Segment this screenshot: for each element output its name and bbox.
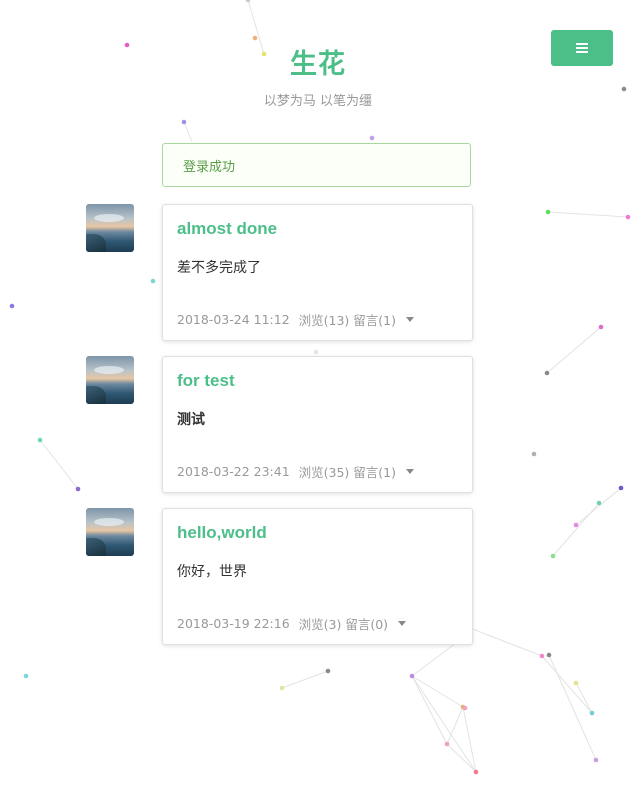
particle-dot — [181, 119, 187, 125]
site-subtitle: 以梦为马 以笔为缰 — [263, 94, 373, 109]
particle-dot — [531, 451, 537, 457]
menu-button[interactable] — [551, 30, 613, 66]
particle-dot — [369, 135, 375, 141]
particle-dot — [546, 652, 552, 658]
particle-dot — [550, 553, 556, 559]
post-title[interactable]: hello,world — [177, 523, 267, 543]
particle-dot — [150, 278, 156, 284]
particle-dot — [75, 486, 81, 492]
particle-dot — [544, 370, 550, 376]
particle-dot — [625, 214, 631, 220]
particle-dot — [252, 35, 258, 41]
particle-link — [183, 121, 193, 143]
post-title[interactable]: almost done — [177, 219, 277, 239]
particle-link — [552, 502, 600, 557]
particle-link — [281, 670, 329, 689]
post-excerpt: 测试 — [177, 412, 205, 428]
author-avatar[interactable] — [86, 356, 134, 404]
particle-dot — [539, 653, 545, 659]
particle-dot — [279, 685, 285, 691]
caret-down-icon[interactable] — [405, 469, 414, 474]
particle-dot — [9, 303, 15, 309]
post-date: 2018-03-22 23:41 — [177, 464, 290, 479]
particle-dot — [618, 485, 624, 491]
post-card: hello,world 你好，世界 2018-03-19 22:16 浏览(3)… — [162, 508, 473, 645]
particle-dot — [409, 673, 415, 679]
site-title: 生花 — [290, 49, 346, 80]
particle-dot — [444, 741, 450, 747]
post-stats: 浏览(3) 留言(0) — [298, 617, 389, 632]
particle-dot — [325, 668, 331, 674]
particle-link — [446, 706, 464, 745]
particle-dot — [596, 500, 602, 506]
post-stats: 浏览(35) 留言(1) — [298, 465, 396, 480]
post-date: 2018-03-19 22:16 — [177, 616, 290, 631]
post-card: almost done 差不多完成了 2018-03-24 11:12 浏览(1… — [162, 204, 473, 341]
particle-link — [547, 211, 629, 218]
login-success-alert: 登录成功 — [162, 143, 471, 187]
particle-dot — [593, 757, 599, 763]
author-avatar[interactable] — [86, 508, 134, 556]
hamburger-icon — [576, 43, 588, 53]
particle-dot — [545, 209, 551, 215]
particle-link — [411, 639, 461, 677]
particle-link — [469, 627, 543, 657]
post-meta: 2018-03-22 23:41 浏览(35) 留言(1) — [177, 462, 414, 481]
particle-link — [39, 439, 79, 490]
particle-link — [575, 487, 622, 526]
particle-dot — [462, 705, 468, 711]
particle-dot — [573, 680, 579, 686]
caret-down-icon[interactable] — [405, 317, 414, 322]
particle-dot — [313, 349, 319, 355]
post-title[interactable]: for test — [177, 371, 235, 391]
post-excerpt: 差不多完成了 — [177, 260, 261, 276]
particle-link — [541, 655, 593, 714]
particle-dot — [23, 673, 29, 679]
caret-down-icon[interactable] — [398, 621, 407, 626]
particle-dot — [573, 522, 579, 528]
particle-dot — [245, 0, 251, 3]
particle-dot — [473, 769, 479, 775]
author-avatar[interactable] — [86, 204, 134, 252]
post-meta: 2018-03-19 22:16 浏览(3) 留言(0) — [177, 614, 407, 633]
particle-dot — [589, 710, 595, 716]
post-stats: 浏览(13) 留言(1) — [298, 313, 396, 328]
post-card: for test 测试 2018-03-22 23:41 浏览(35) 留言(1… — [162, 356, 473, 493]
post-meta: 2018-03-24 11:12 浏览(13) 留言(1) — [177, 310, 414, 329]
page: 生花 以梦为马 以笔为缰 登录成功 almost done 差不多完成了 201… — [0, 0, 640, 794]
post-excerpt: 你好，世界 — [177, 564, 247, 580]
particle-dot — [598, 324, 604, 330]
post-date: 2018-03-24 11:12 — [177, 312, 290, 327]
alert-message: 登录成功 — [183, 159, 236, 175]
particle-link — [546, 326, 602, 374]
particle-dot — [37, 437, 43, 443]
